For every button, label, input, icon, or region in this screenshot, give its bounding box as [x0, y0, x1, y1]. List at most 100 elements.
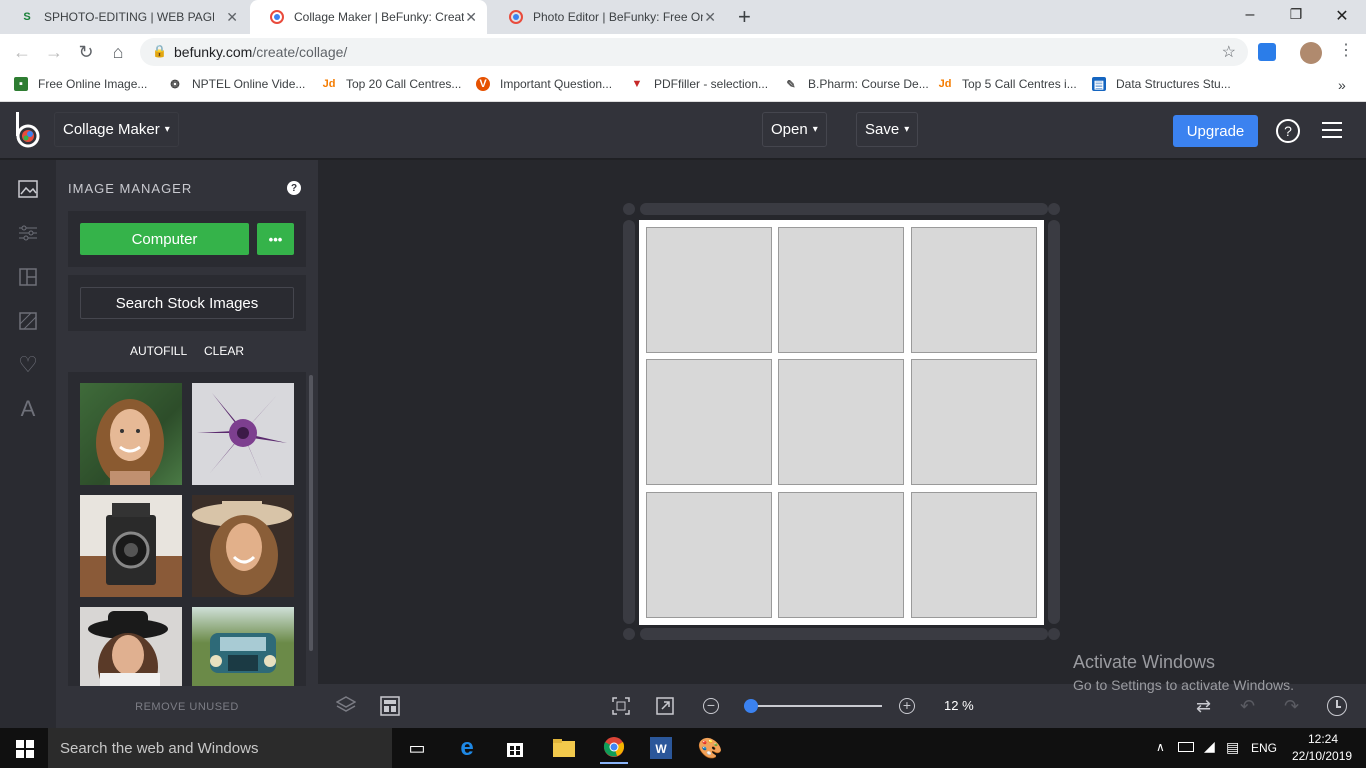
collage-cell[interactable] [646, 359, 772, 485]
adjust-sliders-icon[interactable] [17, 222, 39, 244]
file-explorer-icon[interactable] [551, 735, 577, 761]
thumbnail-woman-smiling[interactable] [80, 383, 182, 485]
upgrade-button[interactable]: Upgrade [1173, 115, 1258, 147]
collage-cell[interactable] [911, 227, 1037, 353]
edge-icon[interactable]: e [454, 734, 480, 761]
address-bar[interactable]: 🔒 befunky.com/create/collage/ ☆ [140, 38, 1248, 66]
collage-cell[interactable] [911, 492, 1037, 618]
maximize-icon[interactable]: ❐ [1286, 6, 1306, 23]
back-icon[interactable]: ← [12, 42, 32, 62]
corner-handle[interactable] [1048, 203, 1060, 215]
heart-icon[interactable]: ♡ [17, 352, 39, 377]
panel-scrollbar[interactable] [309, 375, 313, 651]
new-tab-button[interactable]: + [738, 4, 751, 30]
chrome-menu-icon[interactable]: ⋮ [1338, 40, 1354, 60]
help-icon[interactable]: ? [1276, 119, 1300, 143]
right-resize-handle[interactable] [1048, 220, 1060, 624]
left-resize-handle[interactable] [623, 220, 635, 624]
close-tab-icon[interactable]: ✕ [704, 9, 716, 26]
save-button[interactable]: Save ▾ [856, 112, 919, 147]
befunky-logo-icon[interactable] [14, 112, 42, 148]
actual-size-icon[interactable] [656, 697, 674, 720]
background-icon[interactable] [17, 310, 39, 332]
open-button[interactable]: Open ▾ [762, 112, 827, 147]
bookmark-item[interactable]: ▼ PDFfiller - selection... [630, 77, 768, 91]
thumbnail-purple-succulent[interactable] [192, 383, 294, 485]
star-icon[interactable]: ☆ [1222, 42, 1236, 62]
close-tab-icon[interactable]: ✕ [465, 9, 477, 26]
notifications-icon[interactable]: ▤ [1226, 739, 1239, 756]
chrome-icon[interactable] [600, 732, 628, 764]
more-sources-button[interactable]: ••• [257, 223, 294, 255]
image-manager-icon[interactable] [17, 178, 39, 200]
chevron-up-icon[interactable]: ∧ [1156, 740, 1165, 754]
zoom-slider-track[interactable] [744, 705, 882, 707]
close-window-icon[interactable]: ✕ [1332, 6, 1352, 26]
bookmark-item[interactable]: ✎ B.Pharm: Course De... [784, 77, 928, 91]
close-tab-icon[interactable]: ✕ [226, 9, 238, 26]
zoom-slider-thumb[interactable] [744, 699, 758, 713]
collage-cell[interactable] [778, 227, 904, 353]
hamburger-menu-icon[interactable] [1322, 122, 1342, 138]
word-icon[interactable]: W [648, 735, 674, 761]
bookmark-item[interactable]: ▤ Data Structures Stu... [1092, 77, 1231, 91]
bookmark-item[interactable]: ▪ Free Online Image... [14, 77, 147, 91]
tab-photo-editor[interactable]: Photo Editor | BeFunky: Free Onli ✕ [489, 0, 726, 34]
collage-cell[interactable] [778, 359, 904, 485]
battery-icon[interactable] [1178, 742, 1194, 752]
fit-to-screen-icon[interactable] [612, 697, 630, 720]
taskbar-search-input[interactable]: Search the web and Windows [48, 728, 392, 768]
history-icon[interactable] [1327, 696, 1347, 716]
task-view-icon[interactable]: ▭ [404, 735, 430, 761]
zoom-in-icon[interactable]: + [899, 698, 915, 714]
layers-icon[interactable] [335, 695, 357, 720]
forward-icon[interactable]: → [44, 42, 64, 62]
language-indicator[interactable]: ENG [1251, 741, 1277, 755]
extension-icon[interactable] [1258, 43, 1276, 61]
collage-maker-dropdown[interactable]: Collage Maker ▾ [54, 112, 179, 147]
wifi-icon[interactable]: ◢ [1204, 738, 1215, 755]
home-icon[interactable]: ⌂ [108, 42, 128, 62]
bookmark-item[interactable]: V Important Question... [476, 77, 612, 91]
thumbnail-woman-black-hat[interactable] [80, 607, 182, 686]
collage-cell[interactable] [646, 227, 772, 353]
corner-handle[interactable] [1048, 628, 1060, 640]
clear-button[interactable]: CLEAR [204, 344, 244, 358]
tab-collage-maker[interactable]: Collage Maker | BeFunky: Create ✕ [250, 0, 487, 34]
corner-handle[interactable] [623, 203, 635, 215]
collage-cell[interactable] [646, 492, 772, 618]
text-icon[interactable]: A [17, 396, 39, 421]
thumbnail-vintage-camera[interactable] [80, 495, 182, 597]
clock-date[interactable]: 22/10/2019 [1292, 749, 1352, 763]
thumbnail-woman-hat-laughing[interactable] [192, 495, 294, 597]
profile-avatar[interactable] [1300, 42, 1322, 64]
corner-handle[interactable] [623, 628, 635, 640]
swap-images-icon[interactable]: ⇄ [1196, 696, 1211, 717]
collage-canvas[interactable] [639, 220, 1044, 625]
redo-icon[interactable]: ↷ [1284, 696, 1299, 717]
minimize-icon[interactable]: – [1240, 6, 1260, 24]
store-icon[interactable] [502, 735, 528, 761]
computer-button[interactable]: Computer [80, 223, 249, 255]
paint-icon[interactable]: 🎨 [697, 735, 723, 761]
reload-icon[interactable]: ↻ [76, 42, 96, 62]
top-resize-handle[interactable] [640, 203, 1048, 215]
bookmark-item[interactable]: Jd Top 5 Call Centres i... [938, 77, 1077, 91]
search-stock-images-button[interactable]: Search Stock Images [80, 287, 294, 319]
clock-time[interactable]: 12:24 [1308, 732, 1338, 746]
more-bookmarks-icon[interactable]: » [1338, 77, 1346, 93]
layout-grid-icon[interactable] [380, 696, 400, 721]
help-icon[interactable]: ? [287, 181, 301, 195]
collage-cell[interactable] [911, 359, 1037, 485]
zoom-out-icon[interactable]: − [703, 698, 719, 714]
remove-unused-button[interactable]: REMOVE UNUSED [56, 701, 318, 713]
bookmark-item[interactable]: ❂ NPTEL Online Vide... [168, 77, 305, 91]
thumbnail-vintage-truck[interactable] [192, 607, 294, 686]
bookmark-item[interactable]: Jd Top 20 Call Centres... [322, 77, 462, 91]
bottom-resize-handle[interactable] [640, 628, 1048, 640]
undo-icon[interactable]: ↶ [1240, 696, 1255, 717]
windows-start-icon[interactable] [16, 740, 34, 763]
autofill-button[interactable]: AUTOFILL [130, 344, 187, 358]
collage-cell[interactable] [778, 492, 904, 618]
layout-icon[interactable] [17, 266, 39, 288]
